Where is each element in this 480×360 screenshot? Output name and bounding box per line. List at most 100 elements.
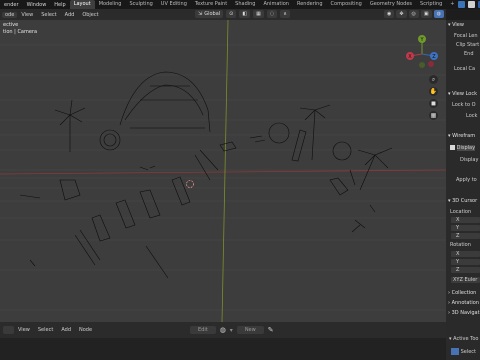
snap-toggle[interactable]: ◧: [239, 10, 251, 18]
annotations-section[interactable]: › Annotation: [448, 300, 479, 306]
rotation-z-label: Z: [456, 267, 460, 273]
slot-icon[interactable]: ▾: [230, 327, 233, 334]
xray-icon: ▣: [423, 11, 429, 17]
rotation-mode-dropdown[interactable]: XYZ Euler: [451, 277, 480, 283]
proportional-toggle[interactable]: ◌: [266, 10, 278, 18]
xray-toggle[interactable]: ▣: [420, 10, 432, 18]
tab-layout[interactable]: Layout: [69, 0, 95, 9]
pan-hand-icon[interactable]: ✋: [429, 87, 438, 96]
gizmo-z-label: Z: [432, 54, 436, 60]
sidebar-panel: ▾ View Focal Len Clip Start End Local Ca…: [446, 20, 480, 322]
rotation-label: Rotation: [450, 242, 471, 248]
add-workspace-button[interactable]: +: [446, 0, 458, 9]
collection-camera-text: tion | Camera: [3, 29, 38, 35]
tab-compositing[interactable]: Compositing: [327, 0, 366, 9]
active-tool-panel: ▾ Active Too Select: [446, 322, 480, 360]
tab-uv-editing[interactable]: UV Editing: [157, 0, 191, 9]
navigation-gizmo[interactable]: Y X Z: [404, 34, 440, 70]
tab-texture-paint[interactable]: Texture Paint: [191, 0, 231, 9]
menu-add-bottom[interactable]: Add: [57, 327, 75, 333]
top-bar: ender Window Help Layout Modeling Sculpt…: [0, 0, 480, 9]
menu-add[interactable]: Add: [61, 12, 79, 18]
proportional-falloff[interactable]: ∧: [280, 10, 290, 18]
navigation-section[interactable]: › 3D Navigat: [448, 310, 480, 316]
menu-help[interactable]: Help: [50, 2, 69, 8]
tab-sculpting[interactable]: Sculpting: [125, 0, 156, 9]
clip-start-label: Clip Start: [456, 42, 480, 48]
tab-animation[interactable]: Animation: [259, 0, 293, 9]
orientation-label: Global: [204, 11, 221, 17]
select-tool-row[interactable]: Select: [451, 348, 476, 355]
location-y-label: Y: [456, 225, 460, 231]
tab-scripting[interactable]: Scripting: [416, 0, 446, 9]
tab-geometry-nodes[interactable]: Geometry Nodes: [366, 0, 416, 9]
display-checkbox-row[interactable]: Display: [450, 145, 476, 151]
wireframe-label: Wirefram: [452, 133, 476, 139]
menu-node-bottom[interactable]: Node: [75, 327, 96, 333]
view-lock-label: View Lock: [452, 91, 477, 97]
node-editor-area[interactable]: [0, 338, 446, 360]
rotation-mode-label: XYZ Euler: [453, 277, 478, 283]
location-x-field[interactable]: X: [451, 217, 480, 223]
proportional-icon: ◌: [269, 11, 275, 17]
view-section-header[interactable]: ▾ View: [448, 22, 464, 28]
rotation-y-label: Y: [456, 259, 460, 265]
3d-viewport[interactable]: ective tion | Camera Y X Z ⌕ ✋ ◼ ▦: [0, 20, 446, 322]
display-label: Display: [456, 145, 476, 151]
gizmo-toggle[interactable]: ✥: [396, 10, 407, 18]
menu-blender[interactable]: ender: [0, 2, 23, 8]
overlay-icon: ◎: [411, 11, 416, 17]
view-layer-icon[interactable]: [468, 1, 476, 8]
tab-rendering[interactable]: Rendering: [293, 0, 327, 9]
shading-wireframe-button[interactable]: ◍: [433, 10, 444, 18]
apply-to-label: Apply to: [456, 177, 477, 183]
menu-window[interactable]: Window: [23, 2, 51, 8]
tab-shading[interactable]: Shading: [231, 0, 259, 9]
rotation-x-field[interactable]: X: [451, 251, 480, 257]
annotations-label: Annotation: [451, 300, 480, 306]
select-box-icon: [451, 348, 459, 355]
location-y-field[interactable]: Y: [451, 225, 480, 231]
zoom-icon[interactable]: ⌕: [429, 75, 438, 84]
rotation-y-field[interactable]: Y: [451, 259, 480, 265]
edit-button[interactable]: Edit: [190, 326, 216, 334]
overlay-toggle[interactable]: ◎: [408, 10, 419, 18]
new-button[interactable]: New: [236, 326, 264, 334]
location-z-label: Z: [456, 233, 460, 239]
y-axis-line: [221, 20, 229, 322]
view-section-label: View: [452, 22, 464, 28]
collections-section[interactable]: › Collection: [448, 290, 476, 296]
menu-view-bottom[interactable]: View: [14, 327, 34, 333]
visibility-dropdown[interactable]: ◉: [383, 10, 395, 18]
tab-modeling[interactable]: Modeling: [95, 0, 126, 9]
wireframe-section[interactable]: ▾ Wirefram: [448, 133, 475, 139]
pin-icon[interactable]: ✎: [268, 326, 274, 334]
3d-cursor-section[interactable]: ▾ 3D Cursor: [448, 198, 477, 204]
globe-icon[interactable]: ◍: [220, 326, 226, 334]
editor-type-dropdown[interactable]: [3, 326, 14, 334]
menu-select[interactable]: Select: [37, 12, 60, 18]
eye-icon: ◉: [386, 11, 392, 17]
lock-to-object-label: Lock to O: [452, 102, 476, 108]
location-z-field[interactable]: Z: [451, 233, 480, 239]
orientation-icon: ⇲: [198, 11, 203, 17]
collections-label: Collection: [451, 290, 477, 296]
menu-select-bottom[interactable]: Select: [34, 327, 57, 333]
view-lock-section[interactable]: ▾ View Lock: [448, 91, 477, 97]
menu-object[interactable]: Object: [78, 12, 102, 18]
active-tool-section[interactable]: ▾ Active Too: [449, 336, 479, 342]
transform-orientation-dropdown[interactable]: ⇲ Global: [195, 10, 224, 18]
snap-settings[interactable]: ▦: [253, 10, 264, 18]
rotation-z-field[interactable]: Z: [451, 267, 480, 273]
gizmo-icon: ✥: [399, 11, 404, 17]
x-axis-line: [0, 169, 446, 175]
viewport-canvas: [0, 20, 446, 322]
mode-dropdown[interactable]: ode: [2, 11, 18, 18]
pivot-dropdown[interactable]: ⊙: [226, 10, 237, 18]
grid-view-icon[interactable]: ▦: [429, 111, 438, 120]
camera-icon[interactable]: ◼: [429, 99, 438, 108]
wireframe-icon: ◍: [436, 11, 441, 17]
scene-icon[interactable]: [458, 1, 466, 8]
menu-view[interactable]: View: [17, 12, 37, 18]
scene-wireframe: [19, 71, 393, 279]
